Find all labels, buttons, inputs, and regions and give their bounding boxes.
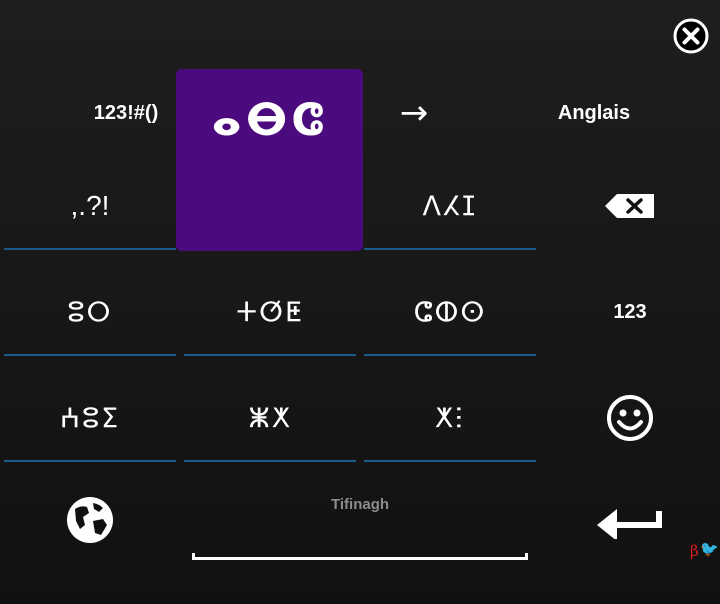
letter-key-row4-3[interactable]: ⵅⵗ [364, 374, 536, 462]
beta-badge: β [690, 542, 699, 560]
globe-icon [67, 497, 113, 543]
language-label: Anglais [557, 101, 631, 124]
space-bar-icon [192, 553, 528, 560]
letter-key-label: ⵛⵀⵙ [413, 296, 487, 328]
letter-key-row2-3[interactable]: ⴷⵃⵊ [364, 162, 536, 250]
backspace-icon [605, 194, 654, 218]
punctuation-label: ,.?! [70, 190, 110, 221]
next-key[interactable]: → [370, 88, 458, 138]
globe-key[interactable] [40, 480, 140, 560]
space-bar-label: Tifinagh [330, 496, 390, 513]
enter-key[interactable] [580, 484, 680, 558]
close-button[interactable] [671, 16, 711, 56]
numbers-key[interactable]: 123 [560, 268, 700, 356]
letter-key-label: ⵥⵅ [248, 402, 292, 434]
letter-key-row4-1[interactable]: ⵄⵓⵉ [4, 374, 176, 462]
letter-key-label: ⵅⵗ [434, 402, 466, 434]
close-circle-icon [673, 18, 709, 54]
letter-key-label: ⴷⵃⵊ [422, 190, 478, 222]
letter-key-row3-2[interactable]: ⵜⵚⵟ [184, 268, 356, 356]
symbols-key-label: 123!#() [93, 101, 159, 124]
letter-key-label: ⵓⵔ [67, 296, 113, 328]
letter-key-label: ⵜⵚⵟ [236, 296, 304, 328]
punctuation-key[interactable]: ,.?! [4, 162, 176, 250]
key-preview-popup: ⴰⴱⵛ [176, 69, 363, 251]
smiley-icon [607, 395, 653, 441]
enter-arrow-icon [597, 509, 662, 539]
backspace-key[interactable] [560, 162, 700, 250]
numbers-key-label: 123 [613, 300, 647, 323]
popup-label: ⴰⴱⵛ [211, 95, 328, 146]
space-bar[interactable]: Tifinagh [184, 474, 536, 568]
right-arrow-icon: → [399, 93, 429, 133]
letter-key-label: ⵄⵓⵉ [59, 402, 121, 434]
emoji-key[interactable] [560, 374, 700, 462]
letter-key-row3-3[interactable]: ⵛⵀⵙ [364, 268, 536, 356]
symbols-key[interactable]: 123!#() [70, 88, 182, 138]
letter-key-row4-2[interactable]: ⵥⵅ [184, 374, 356, 462]
letter-key-row3-1[interactable]: ⵓⵔ [4, 268, 176, 356]
bird-icon: 🐦 [700, 540, 719, 558]
language-key[interactable]: Anglais [540, 88, 648, 138]
